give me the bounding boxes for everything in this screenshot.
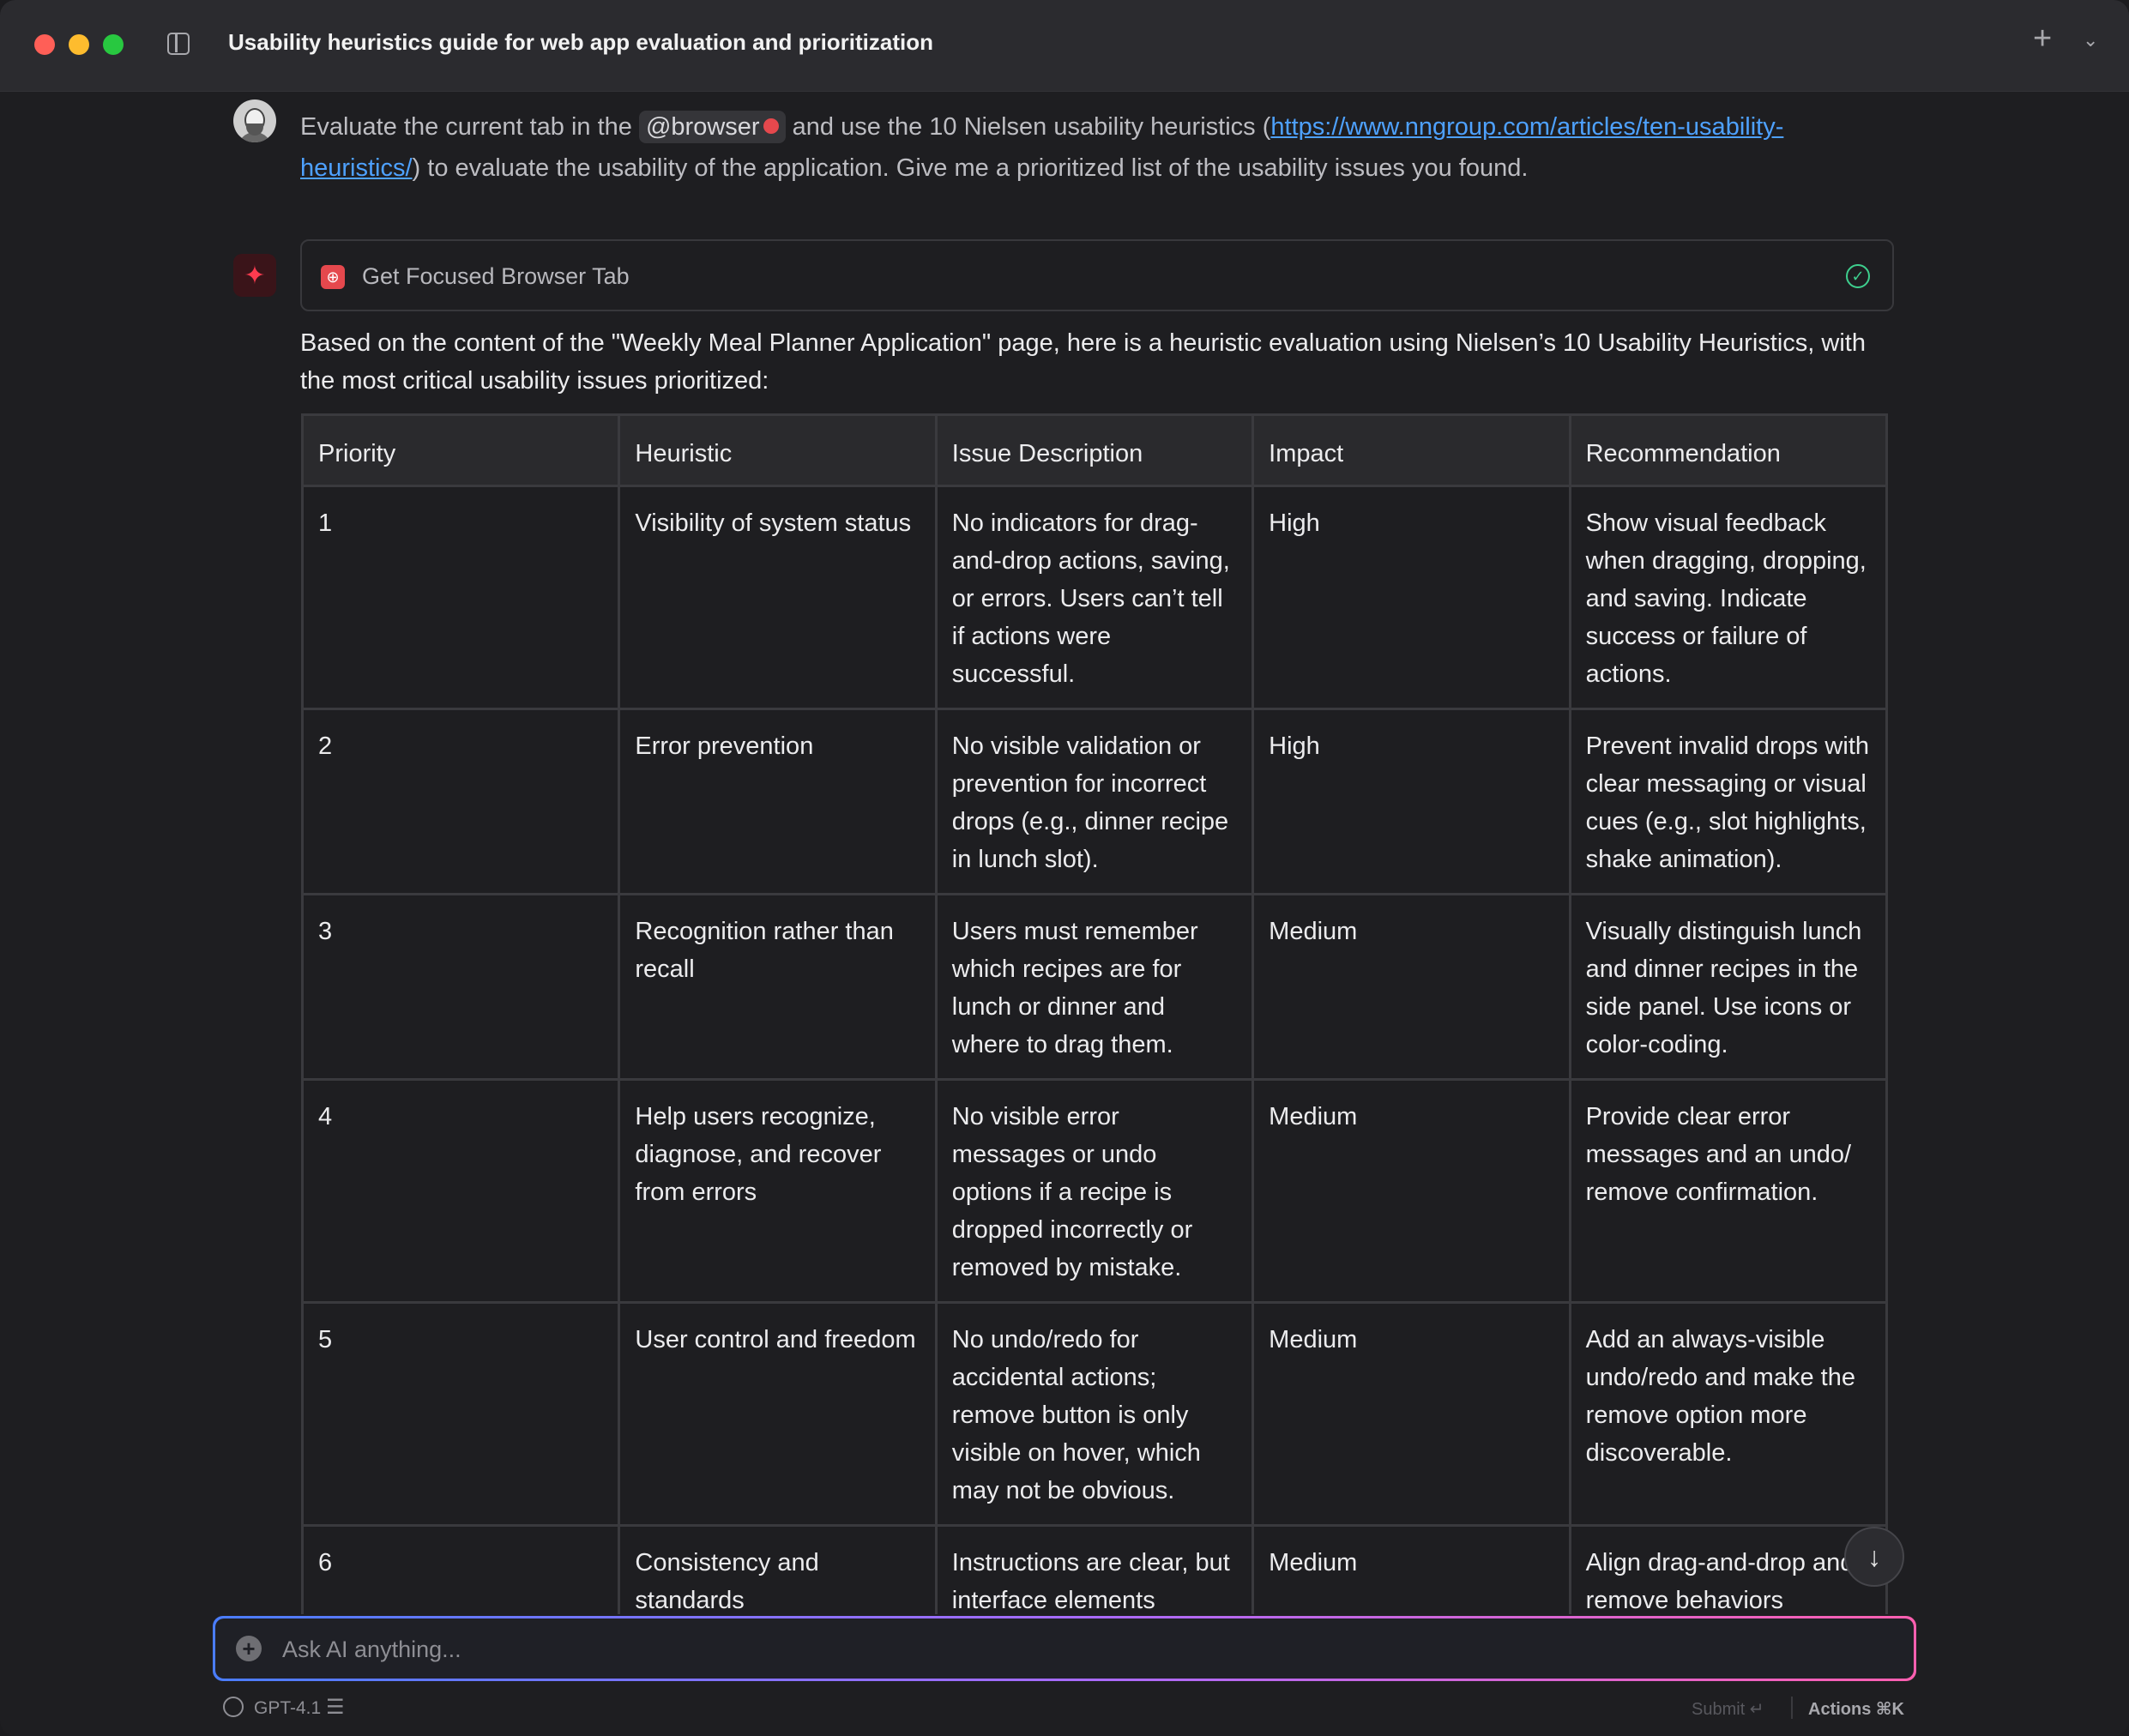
table-cell: Help users recognize, diagnose, and reco…: [618, 1078, 938, 1304]
table-cell: 5: [301, 1301, 621, 1527]
chat-input[interactable]: [280, 1629, 1879, 1670]
openai-icon: [223, 1697, 244, 1717]
minimize-window-button[interactable]: [69, 34, 89, 55]
add-attachment-icon[interactable]: +: [236, 1636, 262, 1661]
table-cell: Error prevention: [618, 708, 938, 895]
table-cell: High: [1251, 708, 1571, 895]
table-cell: 1: [301, 485, 621, 710]
footer-divider: [1791, 1697, 1793, 1719]
table-cell: Consistency and standards: [618, 1524, 938, 1614]
sidebar-toggle-icon[interactable]: [167, 33, 190, 55]
table-cell: Provide clear error messages and an undo…: [1568, 1078, 1888, 1304]
tool-call-card[interactable]: ⊕ Get Focused Browser Tab ✓: [300, 239, 1894, 311]
table-cell: User control and freedom: [618, 1301, 938, 1527]
table-cell: No visible error messages or undo option…: [934, 1078, 1255, 1304]
user-message-text: and use the 10 Nielsen usability heurist…: [785, 113, 1271, 141]
table-cell: Recognition rather than recall: [618, 893, 938, 1081]
browser-icon: [763, 118, 779, 135]
column-header: Issue Description: [934, 413, 1255, 487]
table-cell: Visibility of system status: [618, 485, 938, 710]
user-message-text: ) to evaluate the usability of the appli…: [412, 154, 1529, 182]
table-cell: Add an always-visible undo/redo and make…: [1568, 1301, 1888, 1527]
table-cell: 4: [301, 1078, 621, 1304]
table-row: 2 Error prevention No visible validation…: [301, 708, 1888, 895]
table-cell: Align drag-and-drop and remove behaviors: [1568, 1524, 1888, 1614]
user-message: Evaluate the current tab in the @browser…: [300, 106, 1870, 189]
title-bar: Usability heuristics guide for web app e…: [0, 0, 2129, 92]
table-row: 6 Consistency and standards Instructions…: [301, 1524, 1888, 1614]
arrow-down-icon: ↓: [1867, 1540, 1881, 1572]
table-row: 3 Recognition rather than recall Users m…: [301, 893, 1888, 1081]
submit-button[interactable]: Submit ↵: [1692, 1698, 1764, 1720]
heuristics-table: Priority Heuristic Issue Description Imp…: [301, 413, 1888, 1614]
window-title: Usability heuristics guide for web app e…: [228, 29, 934, 55]
chevron-down-icon[interactable]: ⌄: [2083, 31, 2098, 50]
user-avatar: [233, 99, 276, 142]
user-message-text: Evaluate the current tab in the: [300, 113, 639, 141]
table-cell: Prevent invalid drops with clear messagi…: [1568, 708, 1888, 895]
table-cell: No visible validation or prevention for …: [934, 708, 1255, 895]
table-cell: Instructions are clear, but interface el…: [934, 1524, 1255, 1614]
maximize-window-button[interactable]: [103, 34, 124, 55]
table-row: 4 Help users recognize, diagnose, and re…: [301, 1078, 1888, 1304]
model-menu-icon[interactable]: ☰: [326, 1695, 345, 1720]
table-cell: Medium: [1251, 1301, 1571, 1527]
chat-input-box: +: [213, 1616, 1916, 1681]
table-cell: Users must remember which recipes are fo…: [934, 893, 1255, 1081]
table-header-row: Priority Heuristic Issue Description Imp…: [301, 413, 1888, 487]
table-cell: 6: [301, 1524, 621, 1614]
app-window: Usability heuristics guide for web app e…: [0, 0, 2129, 1736]
table-cell: No undo/redo for accidental actions; rem…: [934, 1301, 1255, 1527]
table-cell: Visually distinguish lunch and dinner re…: [1568, 893, 1888, 1081]
column-header: Priority: [301, 413, 621, 487]
column-header: Impact: [1251, 413, 1571, 487]
heuristics-table-container: Priority Heuristic Issue Description Imp…: [301, 413, 1888, 1614]
new-chat-plus-icon[interactable]: +: [2033, 22, 2052, 55]
table-cell: No indicators for drag-and-drop actions,…: [934, 485, 1255, 710]
table-row: 5 User control and freedom No undo/redo …: [301, 1301, 1888, 1527]
table-row: 1 Visibility of system status No indicat…: [301, 485, 1888, 710]
table-cell: 3: [301, 893, 621, 1081]
tool-call-label: Get Focused Browser Tab: [362, 263, 630, 289]
scroll-to-bottom-button[interactable]: ↓: [1844, 1527, 1904, 1587]
close-window-button[interactable]: [34, 34, 55, 55]
globe-icon: ⊕: [321, 265, 345, 289]
table-cell: Show visual feedback when dragging, drop…: [1568, 485, 1888, 710]
table-cell: 2: [301, 708, 621, 895]
table-cell: Medium: [1251, 1524, 1571, 1614]
ai-sparkle-icon: ✦: [233, 254, 276, 297]
assistant-intro: Based on the content of the "Weekly Meal…: [300, 329, 1866, 395]
column-header: Recommendation: [1568, 413, 1888, 487]
table-cell: Medium: [1251, 1078, 1571, 1304]
table-cell: High: [1251, 485, 1571, 710]
actions-button[interactable]: Actions ⌘K: [1808, 1698, 1904, 1720]
check-circle-icon: ✓: [1846, 264, 1870, 288]
browser-mention-chip[interactable]: @browser: [638, 111, 786, 143]
model-selector[interactable]: GPT-4.1: [254, 1698, 321, 1719]
column-header: Heuristic: [618, 413, 938, 487]
table-cell: Medium: [1251, 893, 1571, 1081]
footer-bar: GPT-4.1 ☰ Submit ↵ Actions ⌘K: [0, 1685, 2129, 1736]
